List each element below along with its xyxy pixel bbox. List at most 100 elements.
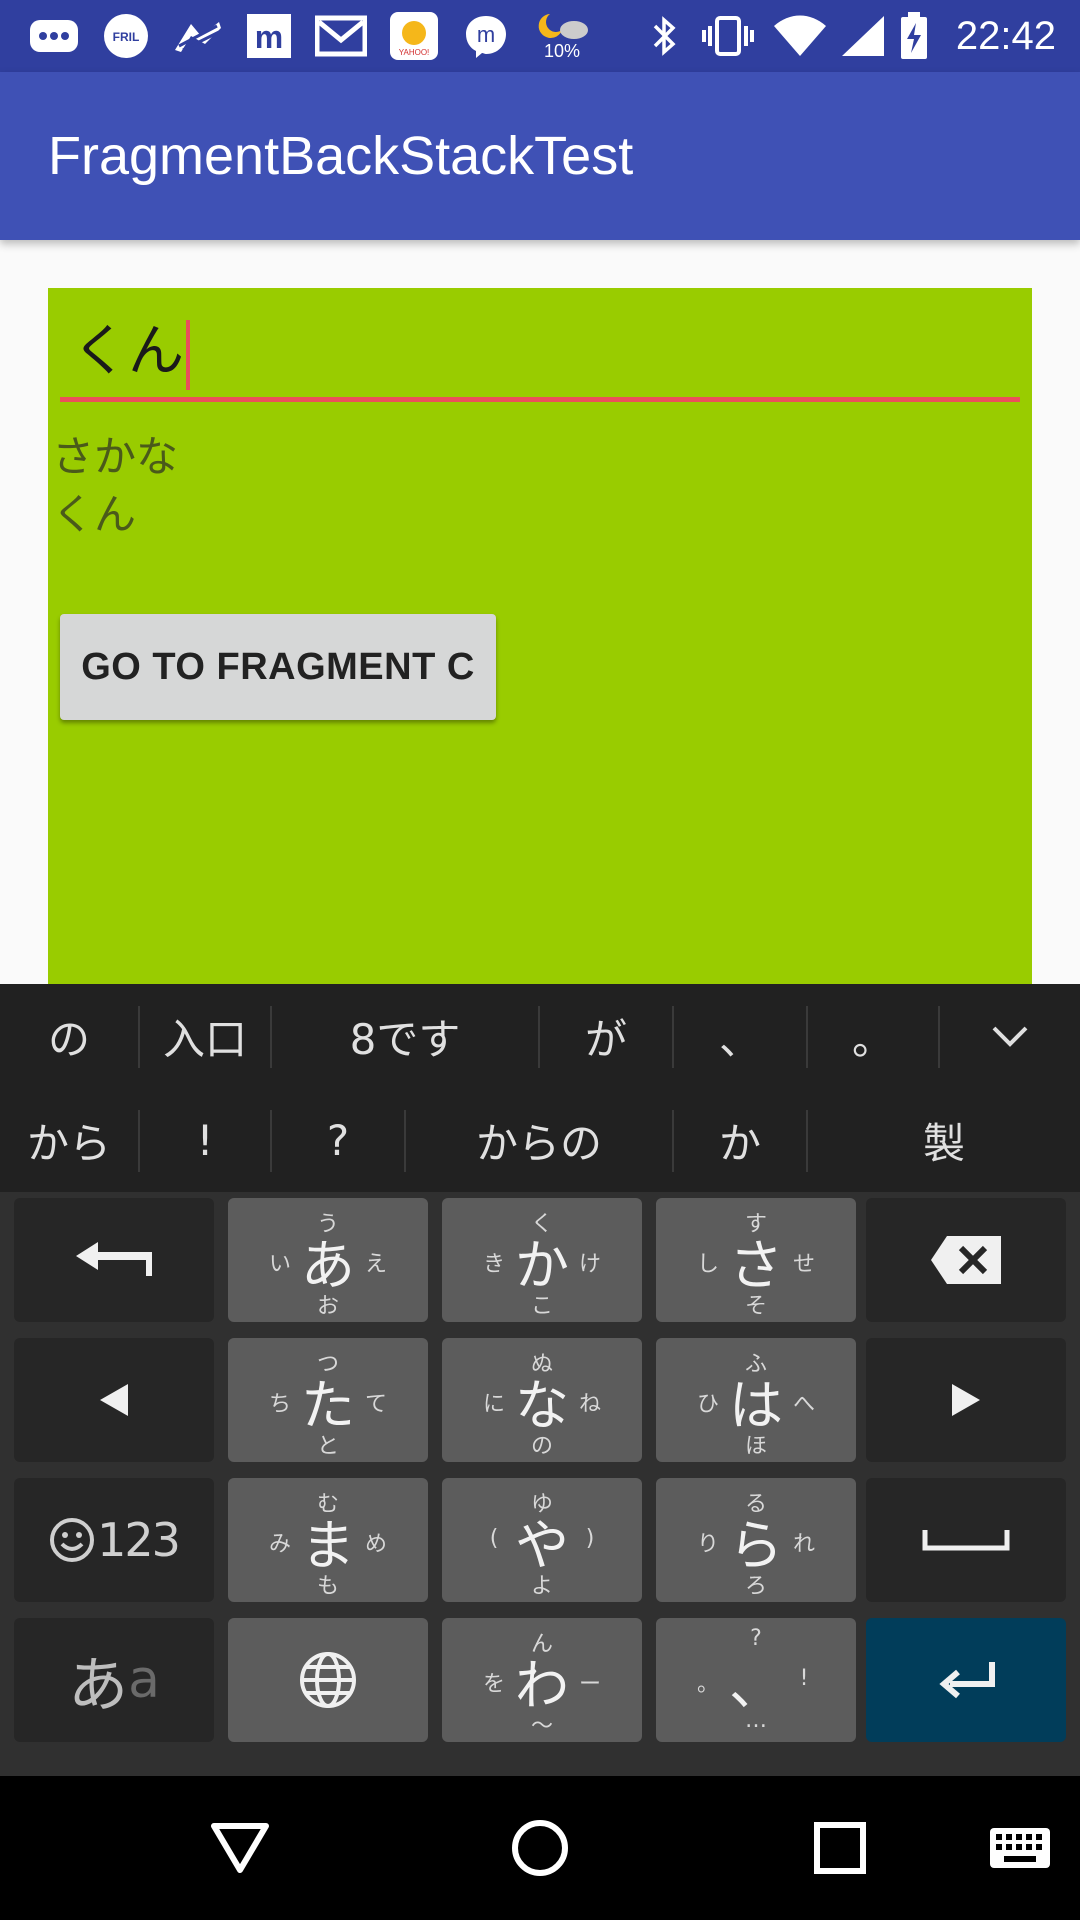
candidate[interactable]: !: [140, 1088, 270, 1192]
clock: 22:42: [955, 14, 1056, 58]
candidate[interactable]: 製: [808, 1088, 1080, 1192]
weather-night-icon: 10%: [532, 12, 592, 60]
key-ra-row[interactable]: る り ら れ ろ: [656, 1478, 856, 1602]
key-ha-row[interactable]: ふ ひ は へ ほ: [656, 1338, 856, 1462]
candidate[interactable]: ?: [272, 1088, 404, 1192]
globe-icon: [300, 1652, 356, 1708]
key-ma-row[interactable]: む み ま め も: [228, 1478, 428, 1602]
cursor-left-key[interactable]: [14, 1338, 214, 1462]
candidate[interactable]: の: [0, 984, 138, 1088]
zebra-icon: [170, 12, 226, 60]
cursor-left-key-face: [14, 1338, 214, 1462]
input-value-wrap: くん: [72, 312, 190, 392]
flick-right: へ: [792, 1392, 815, 1417]
candidate[interactable]: から: [0, 1088, 138, 1192]
battery-charging-icon: [896, 12, 932, 60]
text-display: さかな くん: [52, 428, 178, 544]
flick-right: え: [364, 1252, 387, 1277]
undo-key[interactable]: [14, 1198, 214, 1322]
app-bar: FragmentBackStackTest: [0, 72, 1080, 240]
cursor-right-key[interactable]: [866, 1338, 1066, 1462]
expand-candidates-button[interactable]: [940, 984, 1080, 1088]
kana-mode-main: あ: [68, 1650, 129, 1721]
flick-right: せ: [792, 1252, 815, 1277]
recents-button[interactable]: [780, 1776, 900, 1920]
wifi-icon: [770, 12, 830, 60]
flick-down: ろ: [744, 1574, 767, 1599]
space-key[interactable]: [866, 1478, 1066, 1602]
text-cursor: [186, 319, 190, 390]
svg-text:m: m: [477, 22, 495, 47]
punctuation-key[interactable]: ? 。 、 ! …: [656, 1618, 856, 1742]
back-icon: [211, 1823, 269, 1873]
text-line: くん: [52, 490, 137, 539]
key-ta-row[interactable]: つ ち た て と: [228, 1338, 428, 1462]
enter-key[interactable]: [866, 1618, 1066, 1742]
undo-arrow-icon: [76, 1242, 152, 1276]
gmail-icon: [314, 12, 368, 60]
candidate[interactable]: が: [540, 984, 672, 1088]
flick-right: て: [364, 1392, 387, 1417]
triangle-right-icon: [952, 1384, 980, 1416]
language-key[interactable]: [228, 1618, 428, 1742]
navigation-bar: [0, 1776, 1080, 1920]
mode-123-label: 123: [97, 1513, 181, 1567]
flick-down: 〜: [530, 1714, 553, 1739]
flick-right: !: [799, 1666, 809, 1691]
emoji-number-face: 123: [14, 1478, 214, 1602]
flick-right: ): [585, 1526, 595, 1551]
backspace-key[interactable]: [866, 1198, 1066, 1322]
flick-down: と: [316, 1434, 339, 1459]
language-key-face: [228, 1618, 428, 1742]
fragment-container: くん さかな くん GO TO FRAGMENT C: [48, 288, 1032, 988]
flick-right: れ: [792, 1532, 815, 1557]
key-a-row[interactable]: う い あ え お: [228, 1198, 428, 1322]
message-icon: [26, 12, 82, 60]
flick-right: ね: [578, 1392, 601, 1417]
kana-mode-sub: a: [128, 1650, 160, 1710]
key-wa-row[interactable]: ん を わ ー 〜: [442, 1618, 642, 1742]
candidate[interactable]: か: [674, 1088, 806, 1192]
fril-icon: FRIL: [100, 12, 152, 60]
go-to-fragment-c-button[interactable]: GO TO FRAGMENT C: [60, 614, 496, 720]
soft-keyboard: の 入口 8です が 、 。 から ! ? からの か 製 う い あ え お …: [0, 984, 1080, 1776]
kana-mode-face: あa: [14, 1618, 214, 1742]
text-input[interactable]: くん: [60, 312, 1020, 402]
vibrate-icon: [698, 12, 758, 60]
cursor-right-key-face: [866, 1338, 1066, 1462]
backspace-key-face: [866, 1198, 1066, 1322]
candidate-row-2: から ! ? からの か 製: [0, 1088, 1080, 1192]
flick-down: こ: [530, 1294, 553, 1319]
emoji-number-key[interactable]: 123: [14, 1478, 214, 1602]
input-underline: [60, 397, 1020, 402]
space-key-face: [866, 1478, 1066, 1602]
candidate[interactable]: 8です: [272, 984, 538, 1088]
space-icon: [922, 1530, 1010, 1551]
triangle-left-icon: [100, 1384, 128, 1416]
input-value: くん: [72, 319, 184, 384]
key-na-row[interactable]: ぬ に な ね の: [442, 1338, 642, 1462]
home-button[interactable]: [480, 1776, 600, 1920]
app-title: FragmentBackStackTest: [48, 126, 634, 186]
weather-percent: 10%: [543, 41, 581, 61]
key-sa-row[interactable]: す し さ せ そ: [656, 1198, 856, 1322]
candidate[interactable]: 。: [808, 984, 938, 1088]
flick-down: ほ: [744, 1434, 767, 1459]
flick-down: よ: [530, 1574, 553, 1599]
key-ya-row[interactable]: ゆ ( や ) よ: [442, 1478, 642, 1602]
svg-text:FRIL: FRIL: [113, 30, 140, 44]
flick-down: も: [316, 1574, 339, 1599]
flick-down: お: [316, 1294, 339, 1319]
candidate[interactable]: 入口: [140, 984, 270, 1088]
candidate[interactable]: 、: [674, 984, 806, 1088]
flick-down: の: [530, 1434, 553, 1459]
keyboard-switch-icon: [990, 1828, 1050, 1868]
candidate[interactable]: からの: [406, 1088, 672, 1192]
flick-down: …: [745, 1708, 767, 1733]
back-button[interactable]: [180, 1776, 300, 1920]
kana-mode-key[interactable]: あa: [14, 1618, 214, 1742]
enter-key-face: [866, 1618, 1066, 1742]
key-ka-row[interactable]: く き か け こ: [442, 1198, 642, 1322]
keyboard-switch-button[interactable]: [970, 1776, 1070, 1920]
text-line: さかな: [52, 432, 179, 481]
